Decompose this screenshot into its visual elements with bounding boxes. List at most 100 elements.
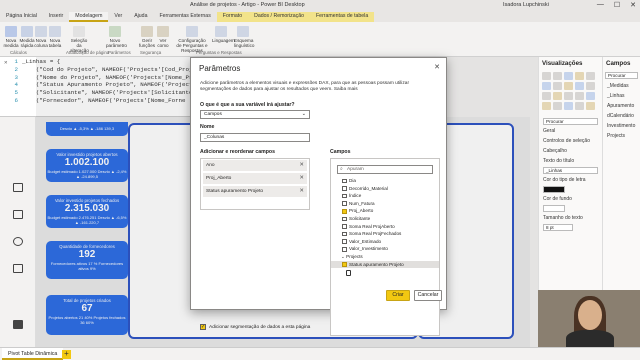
checkbox-checked-icon[interactable]: ✓ xyxy=(200,324,206,330)
field-item[interactable]: Status apuramento Projeto xyxy=(331,260,439,269)
page-tab[interactable]: Pivot Table Dinâmica xyxy=(2,348,64,360)
dax-icon[interactable] xyxy=(13,264,23,273)
format-section-selection[interactable]: Controlos de seleção xyxy=(539,136,602,146)
report-icon[interactable] xyxy=(13,183,23,192)
visual-type-icon[interactable] xyxy=(564,72,573,80)
background-color-picker[interactable] xyxy=(543,205,565,212)
ribbon-tab[interactable]: Ajuda xyxy=(128,12,153,22)
fields-search-input[interactable]: Procurar xyxy=(605,72,638,79)
format-section-header[interactable]: Cabeçalho xyxy=(539,146,602,156)
ribbon-tab[interactable]: Página Inicial xyxy=(0,12,43,22)
visual-type-icon[interactable] xyxy=(553,102,562,110)
ribbon-button[interactable]: Linguagem xyxy=(212,26,235,43)
visual-type-icon[interactable] xyxy=(564,92,573,100)
visual-type-icon[interactable] xyxy=(564,82,573,90)
add-slicer-checkbox[interactable]: ✓ Adicionar segmentação de dados a esta … xyxy=(200,324,310,330)
variable-type-select[interactable]: Campos ⌄ xyxy=(200,110,310,119)
fields-search-input[interactable]: ⌕ Apuram xyxy=(337,165,433,174)
selected-field-item[interactable]: Status apuramento Projeto ✕ xyxy=(203,186,307,197)
visual-type-icon[interactable] xyxy=(575,92,584,100)
ribbon-button[interactable]: Configuração de Perguntas e Respostas xyxy=(176,26,208,53)
visual-type-icon[interactable] xyxy=(542,82,551,90)
remove-field-icon[interactable]: ✕ xyxy=(299,186,304,197)
visual-type-icon[interactable] xyxy=(553,82,562,90)
selected-fields-list[interactable]: Ano ✕ Proj_Aberto ✕ Status apuramento Projet… xyxy=(200,158,310,210)
field-item[interactable]: Valor_Investimento xyxy=(331,245,439,253)
checkbox-icon[interactable] xyxy=(342,231,347,237)
cancel-button[interactable]: Cancelar xyxy=(414,290,442,301)
ribbon-button[interactable]: Nova tabela xyxy=(46,26,64,48)
ribbon-tab[interactable]: Ver xyxy=(108,12,128,22)
field-item[interactable]: Soma Real ProjFechados xyxy=(331,230,439,238)
minimize-button[interactable]: — xyxy=(597,1,604,9)
remove-field-icon[interactable]: ✕ xyxy=(299,160,304,171)
visual-type-icon[interactable] xyxy=(553,92,562,100)
visual-type-icon[interactable] xyxy=(553,72,562,80)
close-icon[interactable]: ✕ xyxy=(434,63,440,71)
checkbox-icon[interactable] xyxy=(342,178,347,184)
field-item[interactable]: Proj_Aberto xyxy=(331,207,439,215)
visual-type-icon[interactable] xyxy=(586,92,595,100)
name-input[interactable]: _Colunas xyxy=(200,133,310,142)
visual-gallery[interactable] xyxy=(539,70,602,112)
close-window-button[interactable]: ✕ xyxy=(630,1,636,9)
table-icon[interactable] xyxy=(13,210,23,219)
visual-type-icon[interactable] xyxy=(564,102,573,110)
remove-field-icon[interactable]: ✕ xyxy=(299,173,304,184)
checkbox-icon[interactable] xyxy=(342,224,347,229)
add-page-button[interactable]: + xyxy=(62,350,71,359)
field-item[interactable]: Índice xyxy=(331,192,439,200)
field-item[interactable]: Decorrido_Material xyxy=(331,185,439,193)
checkbox-checked-icon[interactable] xyxy=(342,262,347,267)
ribbon-tab[interactable]: Inserir xyxy=(43,12,69,22)
field-item[interactable]: Num_Fatura xyxy=(331,200,439,208)
title-text-input[interactable]: _Linhas xyxy=(543,167,598,174)
field-item[interactable]: Solicitante xyxy=(331,215,439,223)
fields-pane-table[interactable]: Investimento xyxy=(603,121,640,131)
checkbox-checked-icon[interactable] xyxy=(342,209,347,214)
checkbox-icon[interactable] xyxy=(342,186,347,191)
fields-pane-table[interactable]: Projects xyxy=(603,131,640,141)
visual-type-icon[interactable] xyxy=(586,82,595,90)
ribbon-button[interactable]: Seleção da alteração xyxy=(70,26,89,53)
user-name[interactable]: Isadora Lupchinski xyxy=(503,2,549,8)
ribbon-tab[interactable]: Formato xyxy=(216,12,249,22)
text-size-input[interactable]: 8 pt xyxy=(543,224,573,231)
checkbox-icon[interactable] xyxy=(342,201,347,206)
ribbon-tab[interactable]: Dados / Remorização xyxy=(248,12,311,22)
visual-type-icon[interactable] xyxy=(575,82,584,90)
create-button[interactable]: Criar xyxy=(386,290,410,301)
visual-type-icon[interactable] xyxy=(542,72,551,80)
book-icon[interactable] xyxy=(13,320,23,329)
fields-pane-table[interactable]: _Medidas xyxy=(603,81,640,91)
ribbon-button[interactable]: Esquema linguístico xyxy=(234,26,254,48)
selected-field-item[interactable]: Ano ✕ xyxy=(203,160,307,171)
field-item[interactable]: Soma Real ProjAberto xyxy=(331,223,439,231)
format-search-input[interactable]: Procurar xyxy=(543,118,598,125)
checkbox-icon[interactable] xyxy=(342,216,347,222)
checkbox-icon[interactable] xyxy=(342,239,347,244)
fields-pane-table[interactable]: Apuramento xyxy=(603,101,640,111)
fields-pane-table[interactable]: dCalendário xyxy=(603,111,640,121)
maximize-button[interactable]: ☐ xyxy=(614,1,620,9)
ribbon-tab[interactable]: Ferramentas de tabela xyxy=(310,12,375,22)
model-icon[interactable] xyxy=(13,237,23,246)
close-icon[interactable]: ✕ xyxy=(4,59,8,67)
field-item[interactable]: Valor_Estimado xyxy=(331,238,439,246)
visual-type-icon[interactable] xyxy=(586,72,595,80)
table-group-item[interactable]: ⌄ Projects xyxy=(331,253,439,261)
ribbon-button[interactable]: Novo parâmetro xyxy=(106,26,127,48)
selected-field-item[interactable]: Proj_Aberto ✕ xyxy=(203,173,307,184)
format-section-general[interactable]: Geral xyxy=(539,126,602,136)
field-item[interactable]: Dia xyxy=(331,177,439,185)
ribbon-tab[interactable]: Modelagem xyxy=(69,12,109,22)
ribbon-button[interactable]: Ver como xyxy=(154,26,172,48)
visual-type-icon[interactable] xyxy=(575,72,584,80)
visual-type-icon[interactable] xyxy=(586,102,595,110)
fields-tree[interactable]: ⌕ Apuram Dia Decorrido_Material Índice Num_F… xyxy=(330,158,440,336)
visual-type-icon[interactable] xyxy=(542,102,551,110)
fields-pane-table[interactable]: _Linhas xyxy=(603,91,640,101)
visual-type-icon[interactable] xyxy=(575,102,584,110)
checkbox-icon[interactable] xyxy=(342,193,347,199)
ribbon-tab[interactable]: Ferramentas Externas xyxy=(153,12,216,22)
